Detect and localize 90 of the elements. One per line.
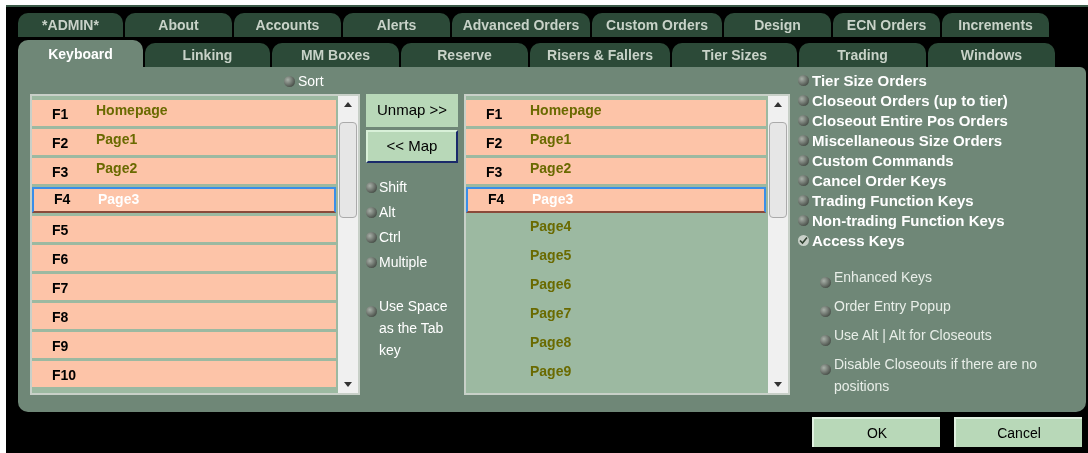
tab[interactable]: Tier Sizes — [672, 43, 797, 67]
category-label[interactable]: Tier Size Orders — [812, 72, 927, 88]
tab[interactable]: Keyboard — [18, 40, 143, 67]
page-name: Page8 — [529, 333, 572, 352]
list-row[interactable]: F8 — [32, 303, 336, 329]
scroll-thumb[interactable] — [769, 122, 787, 218]
page-name: Page6 — [529, 275, 572, 294]
list-row[interactable]: F3 Page2 — [32, 158, 336, 184]
page-name: Homepage — [95, 101, 168, 120]
category-label[interactable]: Closeout Orders (up to tier) — [812, 92, 1008, 108]
key-label: F7 — [52, 280, 69, 296]
category-label[interactable]: Cancel Order Keys — [812, 172, 947, 188]
key-label: F6 — [52, 251, 69, 267]
page-name: Page7 — [529, 304, 572, 323]
tab[interactable]: Linking — [145, 43, 270, 67]
ok-button[interactable]: OK — [812, 417, 940, 447]
option-label: Shift — [379, 178, 407, 197]
tab[interactable]: Custom Orders — [592, 13, 722, 37]
category-label[interactable]: Closeout Entire Pos Orders — [812, 112, 1008, 128]
list-row[interactable]: F5 — [32, 216, 336, 242]
list-row[interactable]: F4 Page3 — [466, 187, 766, 213]
page-name: Page2 — [95, 159, 138, 178]
option-label: Alt — [379, 203, 396, 222]
tab[interactable]: Risers & Fallers — [530, 43, 670, 67]
tab[interactable]: Trading — [799, 43, 926, 67]
tab[interactable]: Advanced Orders — [452, 13, 590, 37]
unmap-button[interactable]: Unmap >> — [366, 94, 458, 127]
scroll-down-icon[interactable] — [774, 382, 782, 387]
key-label: F10 — [52, 367, 77, 383]
list-row[interactable]: F3 Page2 — [466, 158, 766, 184]
page-name: Page1 — [529, 130, 572, 149]
scrollbar[interactable] — [768, 96, 788, 393]
list-row[interactable]: F4 Page3 — [32, 187, 336, 213]
option-label: Ctrl — [379, 228, 401, 247]
category-label[interactable]: Custom Commands — [812, 152, 954, 168]
page-name: Page2 — [529, 159, 572, 178]
tab[interactable]: Reserve — [401, 43, 528, 67]
list-row[interactable]: F10 — [32, 361, 336, 387]
scroll-thumb[interactable] — [339, 122, 357, 218]
tab[interactable]: Increments — [942, 13, 1049, 37]
key-label: F8 — [52, 309, 69, 325]
page-name: Page9 — [529, 362, 572, 381]
category-label[interactable]: Non-trading Function Keys — [812, 212, 1005, 228]
tab[interactable]: Alerts — [343, 13, 450, 37]
page-name: Page3 — [97, 190, 140, 209]
option-label: Disable Closeouts if there are no positions — [834, 355, 1039, 396]
key-label: F1 — [52, 106, 69, 122]
map-button[interactable]: << Map — [366, 130, 458, 163]
tab[interactable]: *ADMIN* — [18, 13, 123, 37]
page-name: Page3 — [531, 190, 574, 209]
scroll-down-icon[interactable] — [344, 382, 352, 387]
cancel-button[interactable]: Cancel — [954, 417, 1082, 447]
key-label: F4 — [488, 191, 505, 207]
option-label: Sort — [298, 71, 324, 91]
key-label: F3 — [52, 164, 69, 180]
key-label: F2 — [486, 135, 503, 151]
key-label: F2 — [52, 135, 69, 151]
scroll-up-icon[interactable] — [774, 102, 782, 107]
option-label: Use Space as the Tab key — [379, 297, 449, 360]
page-name: Page5 — [529, 246, 572, 265]
category-label[interactable]: Access Keys — [812, 232, 905, 248]
option-label: Enhanced Keys — [834, 268, 934, 287]
list-row[interactable]: F1 Homepage — [466, 100, 766, 126]
scrollbar[interactable] — [338, 96, 358, 393]
option-label: Use Alt | Alt for Closeouts — [834, 326, 993, 345]
list-row[interactable]: F9 — [32, 332, 336, 358]
tab[interactable]: About — [125, 13, 232, 37]
page-name: Page1 — [95, 130, 138, 149]
key-label: F4 — [54, 191, 71, 207]
key-label: F5 — [52, 222, 69, 238]
scroll-up-icon[interactable] — [344, 102, 352, 107]
list-row[interactable]: F7 — [32, 274, 336, 300]
key-label: F9 — [52, 338, 69, 354]
list-row[interactable]: F2 Page1 — [32, 129, 336, 155]
page-name: Homepage — [529, 101, 602, 120]
option-label: Multiple — [379, 253, 428, 272]
key-label: F3 — [486, 164, 503, 180]
list-row[interactable]: F1 Homepage — [32, 100, 336, 126]
tab[interactable]: ECN Orders — [833, 13, 940, 37]
page-name: Page4 — [529, 217, 572, 236]
category-label[interactable]: Trading Function Keys — [812, 192, 974, 208]
key-label: F1 — [486, 106, 503, 122]
option-label: Order Entry Popup — [834, 297, 952, 316]
tab[interactable]: Accounts — [234, 13, 341, 37]
list-row[interactable]: F2 Page1 — [466, 129, 766, 155]
list-row[interactable]: F6 — [32, 245, 336, 271]
tab[interactable]: Windows — [928, 43, 1055, 67]
tab[interactable]: Design — [724, 13, 831, 37]
tab[interactable]: MM Boxes — [272, 43, 399, 67]
category-label[interactable]: Miscellaneous Size Orders — [812, 132, 1003, 148]
